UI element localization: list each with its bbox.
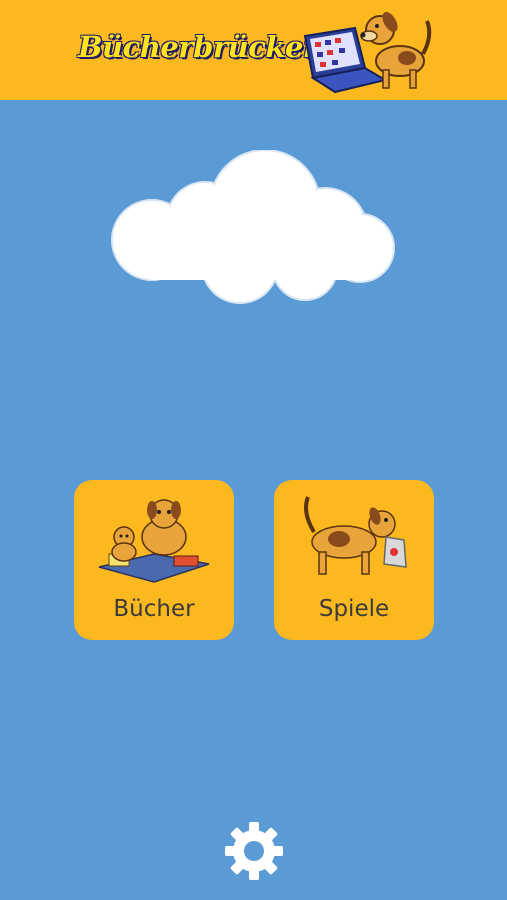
dog-with-laptop-icon bbox=[303, 12, 432, 94]
books-button[interactable]: Bücher bbox=[74, 480, 234, 640]
games-label: Spiele bbox=[318, 596, 390, 622]
cloud-icon bbox=[111, 150, 395, 304]
app-logo: Bücherbrücken bbox=[75, 6, 435, 96]
logo-text: Bücherbrücken bbox=[78, 30, 324, 64]
dog-with-books-illustration bbox=[98, 499, 210, 583]
games-button[interactable]: Spiele bbox=[274, 480, 434, 640]
books-label: Bücher bbox=[113, 596, 195, 622]
gear-icon[interactable] bbox=[225, 822, 283, 880]
dog-carrying-bag-illustration bbox=[304, 496, 407, 575]
app-header: Bücherbrücken bbox=[0, 0, 507, 100]
